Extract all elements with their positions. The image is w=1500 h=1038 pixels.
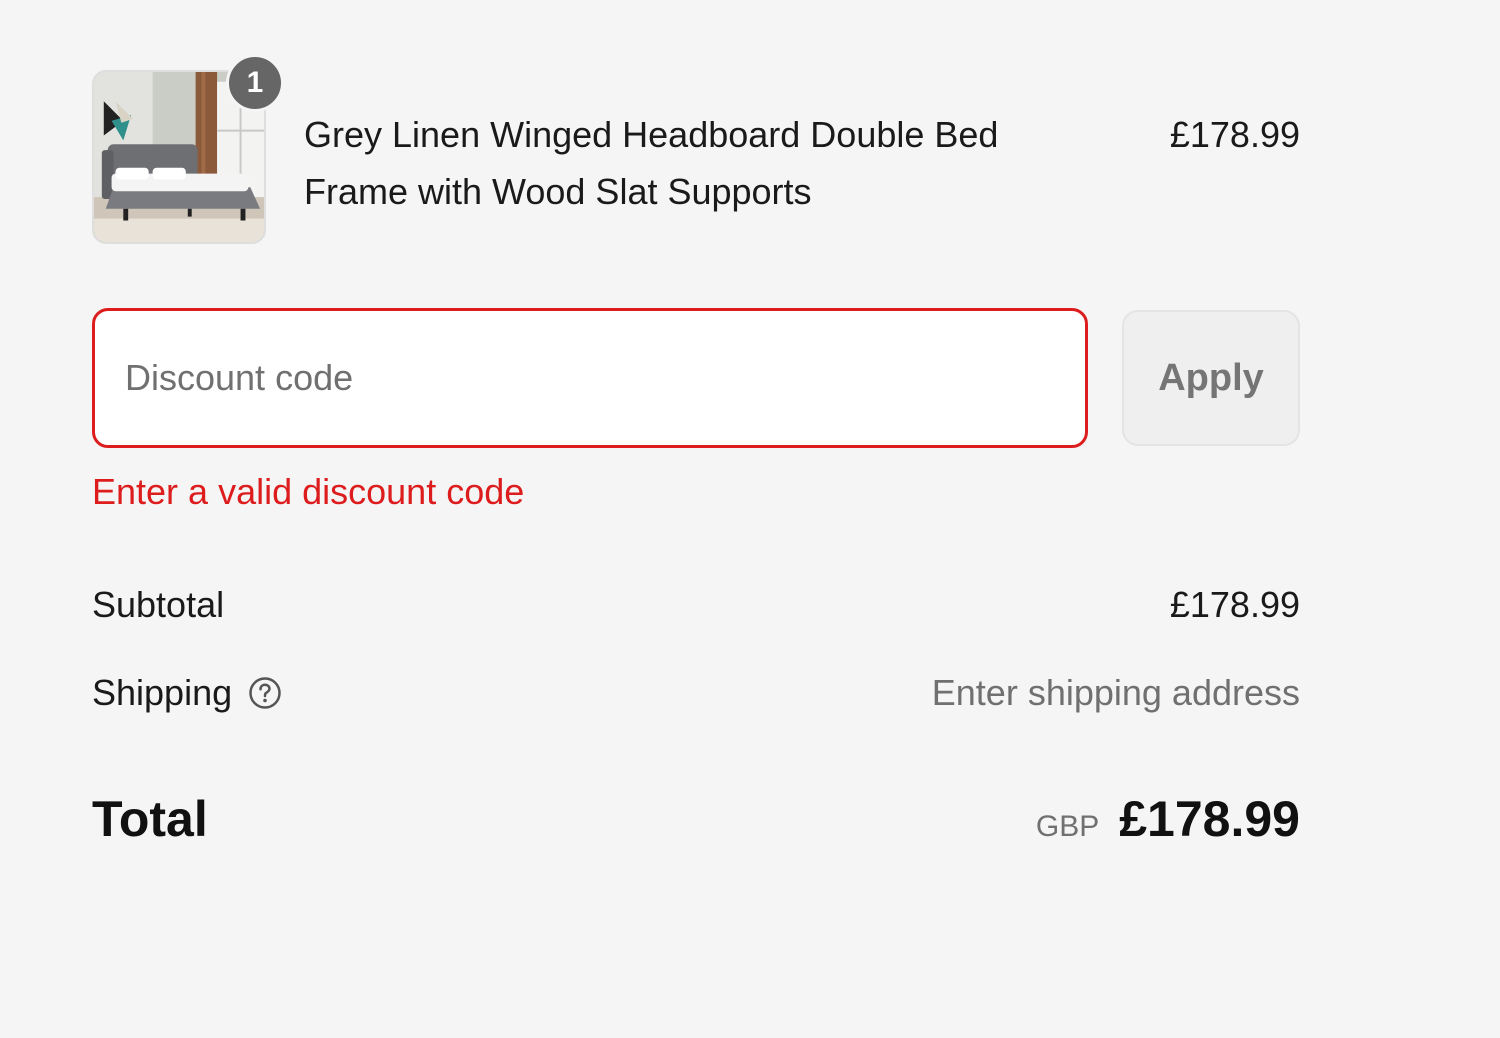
shipping-value: Enter shipping address: [931, 672, 1300, 713]
question-circle-icon[interactable]: [248, 676, 282, 710]
total-row: Total GBP £178.99: [92, 786, 1300, 852]
shipping-row: Shipping Enter shipping address: [92, 665, 1300, 721]
total-amount: £178.99: [1119, 791, 1300, 847]
discount-error-message: Enter a valid discount code: [92, 471, 525, 512]
currency-code: GBP: [1035, 810, 1100, 843]
product-thumbnail-wrapper: 1: [92, 54, 284, 244]
total-label: Total: [92, 791, 208, 847]
discount-code-input[interactable]: [95, 311, 1085, 445]
subtotal-value: £178.99: [1169, 584, 1300, 625]
subtotal-label: Subtotal: [92, 584, 225, 625]
product-price: £178.99: [1169, 114, 1300, 155]
product-title: Grey Linen Winged Headboard Double Bed F…: [304, 114, 999, 212]
apply-discount-button[interactable]: Apply: [1122, 310, 1300, 446]
shipping-label-group: Shipping: [92, 665, 282, 721]
quantity-badge: 1: [226, 54, 284, 112]
discount-code-field: [92, 308, 1088, 448]
total-value-group: GBP £178.99: [1036, 786, 1300, 860]
subtotal-row: Subtotal £178.99: [92, 577, 1300, 633]
shipping-label: Shipping: [92, 672, 233, 713]
line-item: 1 Grey Linen Winged Headboard Double Bed…: [92, 54, 1300, 244]
